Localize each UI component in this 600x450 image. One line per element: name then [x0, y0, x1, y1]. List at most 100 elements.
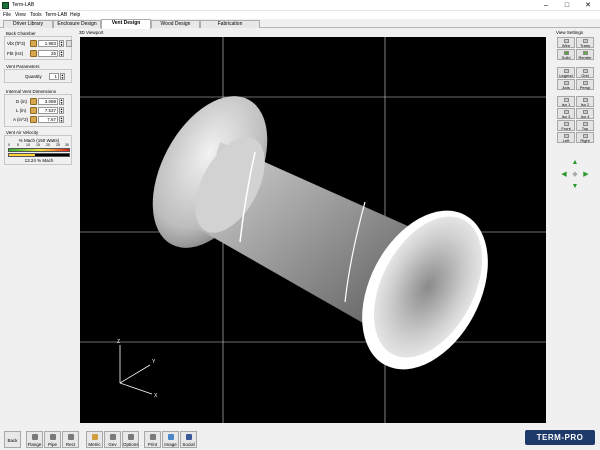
rect-button[interactable]: Rect [62, 431, 79, 448]
term-pro-logo: TERM-PRO [525, 430, 595, 445]
image-button[interactable]: Image [162, 431, 179, 448]
pan-left-arrow-icon[interactable]: ◀ [560, 171, 568, 179]
lock-icon[interactable] [30, 40, 37, 47]
social-icon [186, 434, 192, 440]
axis-label: Axis [562, 85, 570, 90]
vent-parameters-panel: Quantity 1 ▲ ▼ [4, 69, 72, 83]
iso1-button[interactable]: Iso 1 [557, 96, 575, 107]
persp-icon [583, 81, 588, 85]
fbt-spinner[interactable]: ▲ ▼ [59, 50, 64, 57]
solid-icon [564, 51, 569, 55]
tab-fabrication[interactable]: Fabrication [200, 20, 260, 28]
tab-enclosure-design[interactable]: Enclosure Design [53, 20, 101, 28]
lock-icon[interactable] [30, 116, 37, 123]
l-field[interactable]: 7.537 [38, 107, 58, 114]
front-button[interactable]: Front [557, 120, 575, 131]
l-row: L (in) 7.537 ▲ ▼ [5, 107, 73, 115]
pipe-button[interactable]: Pipe [44, 431, 61, 448]
a-spinner[interactable]: ▲ ▼ [59, 116, 64, 123]
quantity-row: Quantity 1 ▲ ▼ [5, 73, 73, 81]
velocity-tick: 0 [8, 143, 10, 147]
rect-icon [68, 434, 74, 440]
a-field[interactable]: 7.67 [38, 116, 58, 123]
pan-center-icon[interactable]: ◆ [571, 171, 579, 179]
metric-button[interactable]: Metric [86, 431, 103, 448]
top-icon [583, 122, 588, 126]
gev-icon [110, 434, 116, 440]
persp-button[interactable]: Persp [576, 79, 594, 90]
iso3-label: Iso 3 [561, 114, 571, 119]
gev-button[interactable]: Gev [104, 431, 121, 448]
back-label: Back [7, 438, 18, 443]
iso4-icon [583, 110, 588, 114]
solid-button[interactable]: Solid [557, 49, 575, 60]
flange-button[interactable]: Flange [26, 431, 43, 448]
title-bar: Term-LAB – □ ✕ [0, 0, 600, 11]
front-icon [564, 122, 569, 126]
print-button[interactable]: Print [144, 431, 161, 448]
d-label: D (in) [16, 99, 27, 104]
minimize-button[interactable]: – [536, 0, 556, 11]
trans-label: Trans [579, 43, 591, 48]
iso3-button[interactable]: Iso 3 [557, 108, 575, 119]
l-spinner[interactable]: ▲ ▼ [59, 107, 64, 114]
quantity-spinner[interactable]: ▲ ▼ [60, 73, 65, 80]
fbt-field[interactable]: 26 [38, 50, 58, 57]
gev-label: Gev [108, 442, 117, 447]
viewport-label: 3D Viewport [79, 30, 104, 35]
menu-tools[interactable]: Tools [30, 12, 42, 18]
pan-up-arrow-icon[interactable]: ▲ [571, 159, 579, 167]
iso2-button[interactable]: Iso 2 [576, 96, 594, 107]
iso4-button[interactable]: Iso 4 [576, 108, 594, 119]
menu-term-lab[interactable]: Term-LAB [45, 12, 67, 18]
left-button[interactable]: Left [557, 132, 575, 143]
legend-label: Legend [559, 73, 573, 78]
velocity-tick: 20 [46, 143, 50, 147]
top-button[interactable]: Top [576, 120, 594, 131]
menu-help[interactable]: Help [70, 12, 80, 18]
render-icon [583, 51, 588, 55]
lock-icon[interactable] [30, 50, 37, 57]
metric-icon [92, 434, 98, 440]
legend-button[interactable]: Legend [557, 67, 575, 78]
vbt-calc-icon[interactable] [66, 40, 72, 47]
quantity-field[interactable]: 1 [49, 73, 59, 80]
menu-view[interactable]: View [15, 12, 26, 18]
close-button[interactable]: ✕ [578, 0, 598, 11]
axis-button[interactable]: Axis [557, 79, 575, 90]
trans-button[interactable]: Trans [576, 37, 594, 48]
vbt-spinner[interactable]: ▲ ▼ [59, 40, 64, 47]
lock-icon[interactable] [30, 107, 37, 114]
vbt-field[interactable]: 1.983 [38, 40, 58, 47]
right-button[interactable]: Right [576, 132, 594, 143]
tab-wood-design[interactable]: Wood Design [151, 20, 200, 28]
velocity-tick: 10 [26, 143, 30, 147]
axis-label-z: Z [117, 339, 120, 345]
a-row: A (in^2) 7.67 ▲ ▼ [5, 116, 73, 124]
legend-icon [564, 69, 569, 73]
lock-icon[interactable] [30, 98, 37, 105]
tab-vent-design[interactable]: Vent Design [101, 19, 151, 29]
top-label: Top [581, 126, 589, 131]
tab-driver-library[interactable]: Driver Library [3, 20, 53, 28]
bottom-toolbar: Back Flange Pipe Rect Metric Gev Options… [0, 427, 600, 450]
social-button[interactable]: Social [180, 431, 197, 448]
render-button[interactable]: Render [576, 49, 594, 60]
grid-button[interactable]: Grid [576, 67, 594, 78]
pan-down-arrow-icon[interactable]: ▼ [571, 183, 579, 191]
d-field[interactable]: 3.089 [38, 98, 58, 105]
fbt-label: Fbt (Hz) [7, 51, 24, 56]
back-button[interactable]: Back [4, 431, 21, 448]
iso1-label: Iso 1 [561, 102, 571, 107]
pan-right-arrow-icon[interactable]: ▶ [582, 171, 590, 179]
options-button[interactable]: Options [122, 431, 139, 448]
maximize-button[interactable]: □ [557, 0, 577, 11]
menu-file[interactable]: File [3, 12, 11, 18]
grid-icon [583, 69, 588, 73]
viewport-3d[interactable]: Z Y X [80, 37, 546, 423]
left-label: Left [562, 138, 570, 143]
wire-button[interactable]: Wire [557, 37, 575, 48]
a-label: A (in^2) [13, 117, 29, 122]
image-label: Image [164, 442, 177, 447]
d-spinner[interactable]: ▲ ▼ [59, 98, 64, 105]
